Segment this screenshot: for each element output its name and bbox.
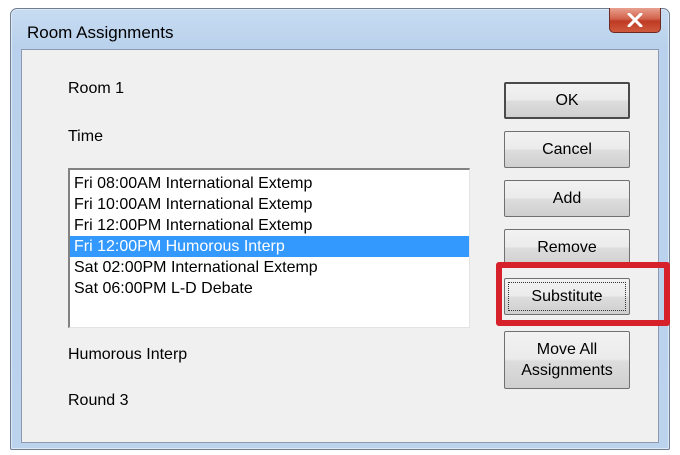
dialog-client-area: Room 1 Time Fri 08:00AM International Ex…: [21, 49, 670, 443]
ok-button-label: OK: [555, 92, 579, 109]
time-list-item[interactable]: Fri 10:00AM International Extemp: [70, 194, 469, 215]
event-label: Humorous Interp: [68, 346, 188, 363]
room-assignments-dialog: Room Assignments Room 1 Time Fri 08:00AM…: [10, 8, 670, 450]
cancel-button-label: Cancel: [542, 141, 592, 158]
time-list-item[interactable]: Fri 12:00PM International Extemp: [70, 215, 469, 236]
room-label: Room 1: [68, 80, 125, 97]
time-listbox[interactable]: Fri 08:00AM International Extemp Fri 10:0…: [68, 168, 470, 328]
cancel-button[interactable]: Cancel: [504, 131, 630, 168]
close-icon: [627, 13, 643, 27]
time-list-item[interactable]: Sat 02:00PM International Extemp: [70, 257, 469, 278]
move-all-assignments-button[interactable]: Move All Assignments: [504, 331, 630, 389]
move-all-button-label: Move All Assignments: [521, 341, 613, 379]
add-button[interactable]: Add: [504, 180, 630, 217]
time-list-item[interactable]: Sat 06:00PM L-D Debate: [70, 278, 469, 299]
time-list-item[interactable]: Fri 12:00PM Humorous Interp: [70, 236, 469, 257]
focus-rectangle: [508, 282, 626, 311]
remove-button-label: Remove: [537, 239, 597, 256]
substitute-button[interactable]: Substitute: [504, 278, 630, 315]
close-button[interactable]: [609, 8, 661, 33]
remove-button[interactable]: Remove: [504, 229, 630, 266]
time-list-item[interactable]: Fri 08:00AM International Extemp: [70, 173, 469, 194]
time-label: Time: [68, 128, 103, 145]
ok-button[interactable]: OK: [504, 82, 630, 119]
round-label: Round 3: [68, 392, 129, 409]
window-title: Room Assignments: [27, 23, 174, 42]
add-button-label: Add: [552, 190, 582, 207]
